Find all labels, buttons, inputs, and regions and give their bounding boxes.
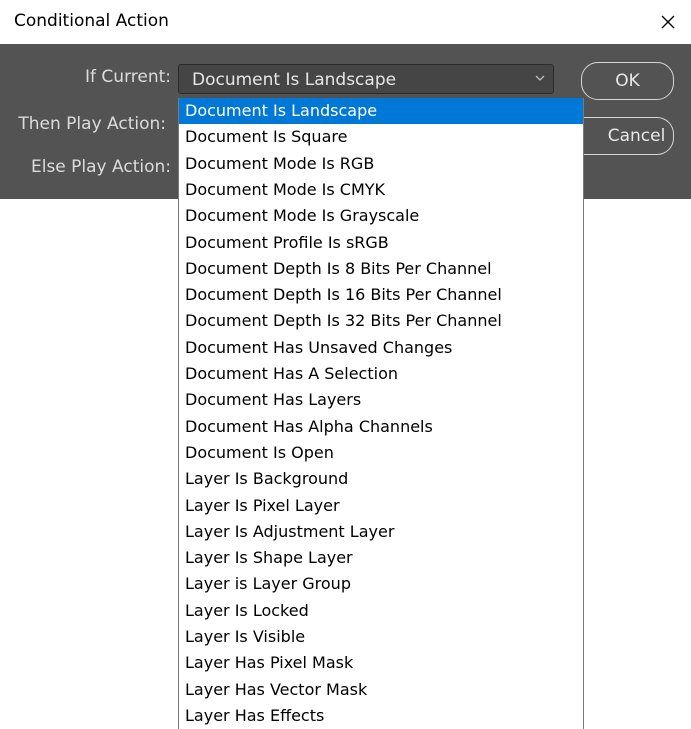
dropdown-option[interactable]: Document Depth Is 8 Bits Per Channel (179, 256, 583, 282)
dropdown-option[interactable]: Document Is Square (179, 124, 583, 150)
dropdown-option[interactable]: Document Is Landscape (179, 98, 583, 124)
dropdown-option[interactable]: Layer is Layer Group (179, 571, 583, 597)
dropdown-option[interactable]: Layer Is Background (179, 466, 583, 492)
dropdown-option[interactable]: Document Mode Is Grayscale (179, 203, 583, 229)
if-current-selected-value: Document Is Landscape (192, 70, 397, 90)
dropdown-option[interactable]: Document Has Layers (179, 387, 583, 413)
dropdown-option[interactable]: Layer Is Shape Layer (179, 545, 583, 571)
cancel-button[interactable]: Cancel (584, 117, 674, 155)
dropdown-option[interactable]: Document Profile Is sRGB (179, 230, 583, 256)
dropdown-option[interactable]: Layer Is Locked (179, 598, 583, 624)
close-icon (661, 15, 675, 29)
cancel-button-label: Cancel (607, 126, 666, 146)
dropdown-option[interactable]: Document Has A Selection (179, 361, 583, 387)
dropdown-option[interactable]: Layer Is Adjustment Layer (179, 519, 583, 545)
else-play-action-label: Else Play Action: (30, 157, 171, 177)
dropdown-option[interactable]: Document Has Unsaved Changes (179, 335, 583, 361)
conditional-action-window: Conditional Action If Current: Then Play… (0, 0, 691, 729)
if-current-dropdown-list[interactable]: Document Is Landscape Document Is Square D… (178, 98, 584, 729)
then-play-action-label: Then Play Action: (18, 114, 166, 134)
dropdown-option[interactable]: Layer Has Vector Mask (179, 677, 583, 703)
dropdown-option[interactable]: Document Depth Is 16 Bits Per Channel (179, 282, 583, 308)
dropdown-option[interactable]: Document Has Alpha Channels (179, 414, 583, 440)
ok-button[interactable]: OK (581, 62, 674, 100)
if-current-select[interactable]: Document Is Landscape (178, 64, 554, 94)
dropdown-option[interactable]: Layer Has Pixel Mask (179, 650, 583, 676)
dropdown-option[interactable]: Document Mode Is RGB (179, 151, 583, 177)
dropdown-option[interactable]: Layer Is Visible (179, 624, 583, 650)
dropdown-option[interactable]: Document Mode Is CMYK (179, 177, 583, 203)
dropdown-option[interactable]: Document Depth Is 32 Bits Per Channel (179, 308, 583, 334)
dropdown-option[interactable]: Layer Is Pixel Layer (179, 493, 583, 519)
close-button[interactable] (645, 0, 691, 44)
dropdown-option[interactable]: Layer Has Effects (179, 703, 583, 729)
dropdown-option[interactable]: Document Is Open (179, 440, 583, 466)
window-title: Conditional Action (14, 11, 169, 31)
if-current-label: If Current: (85, 67, 171, 87)
title-bar: Conditional Action (0, 0, 691, 44)
chevron-down-icon (535, 75, 545, 81)
